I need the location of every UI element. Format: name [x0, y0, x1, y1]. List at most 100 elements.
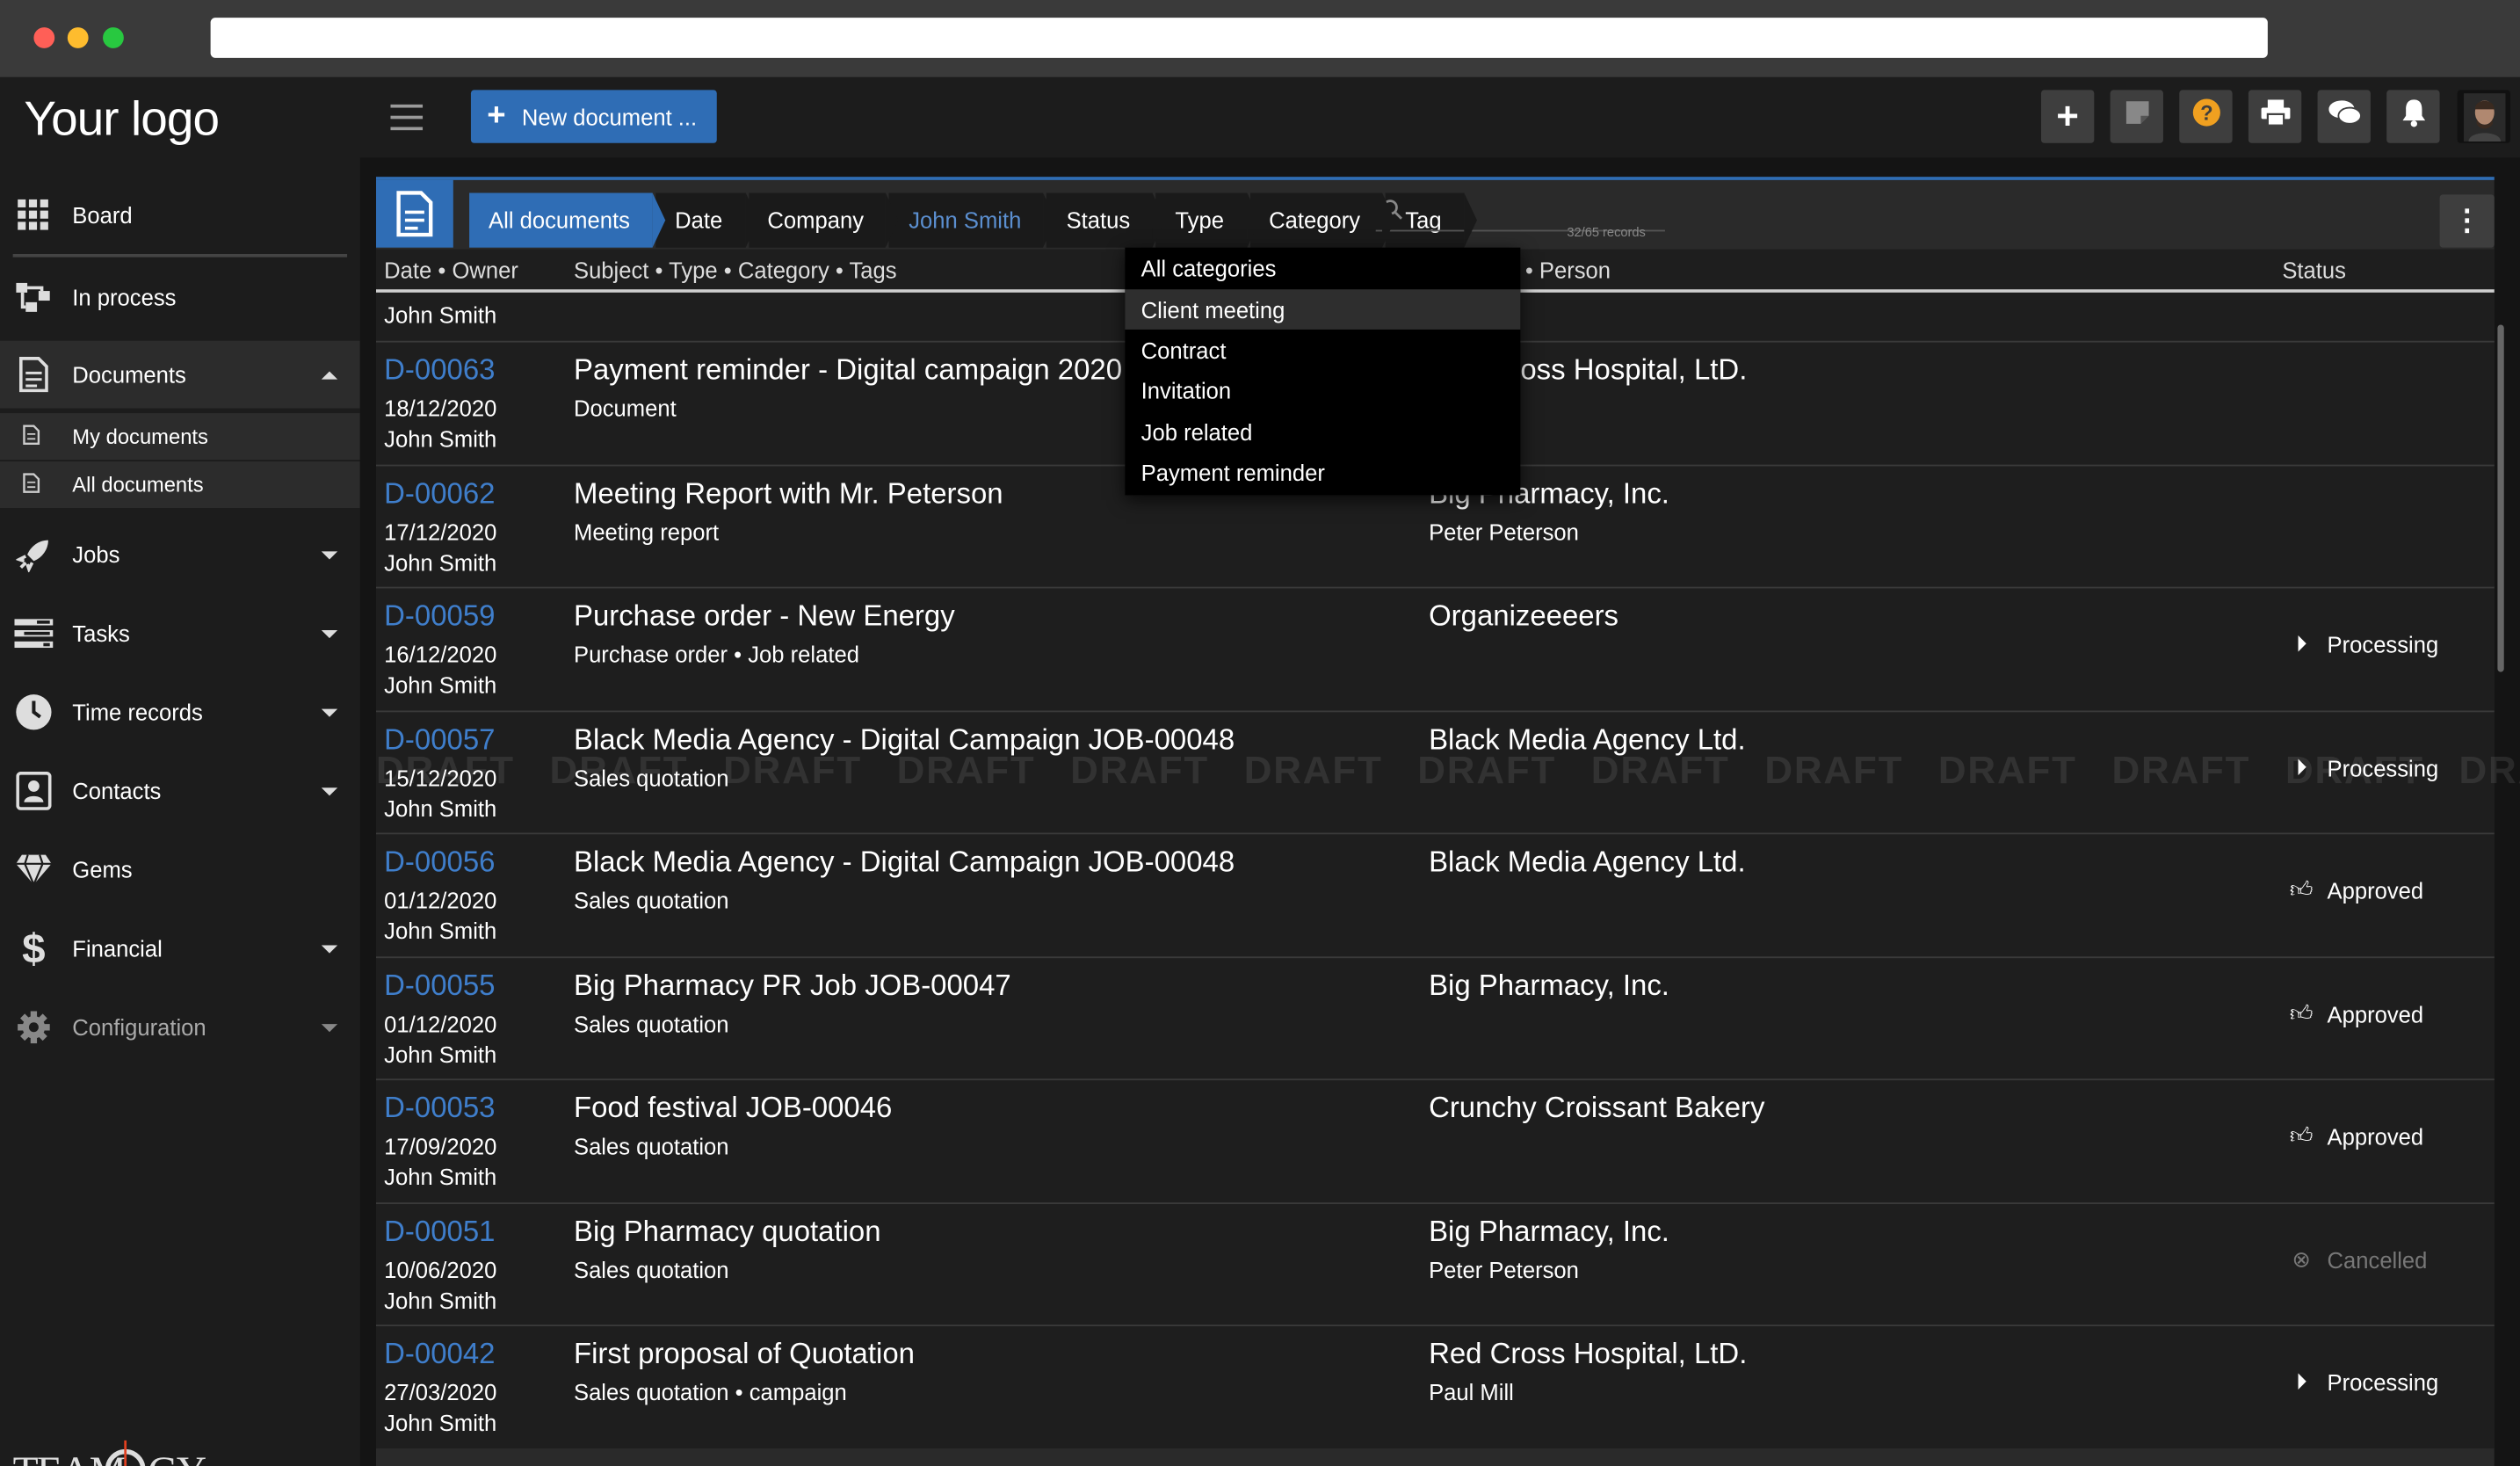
- sidebar-item-contacts[interactable]: Contacts: [0, 756, 360, 826]
- sidebar-item-configuration[interactable]: Configuration: [0, 992, 360, 1063]
- sidebar-item-gems[interactable]: Gems: [0, 834, 360, 904]
- table-row[interactable]: D-00053 17/09/2020 John Smith Food festi…: [376, 1078, 2495, 1203]
- more-options-button[interactable]: ⋮: [2439, 194, 2495, 248]
- document-id-link[interactable]: D-00053: [384, 1092, 495, 1125]
- column-header-date-owner[interactable]: Date • Owner: [384, 258, 518, 283]
- crumb-date[interactable]: Date: [655, 192, 757, 248]
- add-button[interactable]: +: [2040, 90, 2095, 143]
- category-option[interactable]: Client meeting: [1125, 289, 1521, 330]
- category-option[interactable]: Invitation: [1125, 370, 1520, 410]
- document-company: Black Media Agency Ltd.: [1429, 845, 1746, 878]
- sidebar-item-tasks[interactable]: Tasks: [0, 598, 360, 668]
- new-document-button[interactable]: + New document ...: [470, 90, 717, 143]
- help-button[interactable]: ?: [2179, 90, 2233, 143]
- category-option[interactable]: Job related: [1125, 411, 1520, 452]
- document-icon: [14, 355, 53, 394]
- document-id-link[interactable]: D-00062: [384, 477, 495, 511]
- table-row[interactable]: D-00056 01/12/2020 John Smith Black Medi…: [376, 832, 2495, 957]
- status-label: Processing: [2327, 630, 2439, 657]
- minimize-dot[interactable]: [67, 27, 89, 48]
- document-id-link[interactable]: D-00051: [384, 1216, 495, 1249]
- document-owner: John Smith: [384, 1288, 497, 1314]
- print-button[interactable]: [2248, 90, 2302, 143]
- hamburger-menu-icon[interactable]: [390, 104, 424, 131]
- document-type: Meeting report: [573, 519, 720, 546]
- document-icon: [376, 179, 453, 248]
- document-date: 15/12/2020: [384, 765, 497, 791]
- chevron-down-icon: [321, 787, 338, 795]
- category-option[interactable]: All categories: [1125, 248, 1520, 288]
- status-label: Approved: [2327, 1122, 2424, 1149]
- sidebar-item-jobs[interactable]: Jobs: [0, 519, 360, 590]
- document-id-link[interactable]: D-00055: [384, 969, 495, 1003]
- close-dot[interactable]: [33, 27, 55, 48]
- category-option[interactable]: Payment reminder: [1125, 452, 1520, 492]
- chevron-down-icon: [321, 1023, 338, 1032]
- crumb-owner[interactable]: John Smith: [889, 192, 1057, 248]
- status-label: Approved: [2327, 1000, 2424, 1027]
- sidebar-subitem-all-documents[interactable]: All documents: [0, 461, 360, 508]
- category-option[interactable]: Contract: [1125, 330, 1520, 370]
- maximize-dot[interactable]: [103, 27, 124, 48]
- category-dropdown: All categories Client meeting Contract I…: [1125, 247, 1521, 496]
- column-header-subject[interactable]: Subject • Type • Category • Tags: [574, 258, 897, 283]
- sidebar-item-label: Time records: [72, 699, 203, 725]
- column-header-company-person[interactable]: • Person: [1525, 258, 1611, 283]
- chat-button[interactable]: [2317, 90, 2371, 143]
- table-row[interactable]: D-00051 10/06/2020 John Smith Big Pharma…: [376, 1202, 2495, 1327]
- crumb-status[interactable]: Status: [1046, 192, 1165, 248]
- crumb-company[interactable]: Company: [748, 192, 900, 248]
- table-row[interactable]: D-00055 01/12/2020 John Smith Big Pharma…: [376, 956, 2495, 1081]
- crumb-category[interactable]: Category: [1249, 192, 1395, 248]
- crumb-all-documents[interactable]: All documents: [469, 192, 666, 248]
- status-label: Processing: [2327, 754, 2439, 781]
- sidebar-subitem-my-documents[interactable]: My documents: [0, 413, 360, 461]
- document-icon: [23, 472, 40, 497]
- logo: Your logo: [24, 93, 220, 147]
- column-header-status[interactable]: Status: [2282, 258, 2346, 283]
- x-circle-icon: ⊗: [2292, 1245, 2311, 1272]
- document-owner: John Smith: [384, 425, 497, 452]
- sidebar-item-financial[interactable]: $ Financial: [0, 913, 360, 983]
- contact-card-icon: [14, 771, 53, 810]
- document-type: Document: [573, 395, 677, 422]
- table-row[interactable]: D-00042 27/03/2020 John Smith First prop…: [376, 1324, 2495, 1449]
- document-subject: Big Pharmacy quotation: [573, 1215, 881, 1248]
- avatar[interactable]: [2457, 90, 2511, 143]
- notifications-button[interactable]: [2386, 90, 2440, 143]
- sidebar-item-documents[interactable]: Documents: [0, 340, 360, 409]
- table-row[interactable]: DRAFT DRAFT DRAFT DRAFT DRAFT DRAFT DRAFT DRAFT…: [376, 710, 2520, 835]
- sidebar-subitem-label: All documents: [72, 472, 204, 497]
- sidebar-item-label: Contacts: [72, 778, 162, 804]
- chevron-down-icon: [321, 629, 338, 638]
- crumb-type[interactable]: Type: [1155, 192, 1260, 248]
- chevron-up-icon: [321, 370, 338, 379]
- status-label: Processing: [2327, 1368, 2439, 1395]
- document-company: Big Pharmacy, Inc.: [1429, 969, 1669, 1002]
- address-bar[interactable]: [210, 18, 2268, 58]
- document-company: Organizeeeers: [1429, 599, 1619, 632]
- document-person: Paul Mill: [1429, 1379, 1514, 1405]
- note-button[interactable]: [2110, 90, 2163, 143]
- document-owner: John Smith: [384, 795, 497, 822]
- document-type: Sales quotation: [573, 1257, 729, 1283]
- document-id-link[interactable]: D-00057: [384, 723, 495, 757]
- browser-chrome: [0, 0, 2520, 77]
- sidebar-item-in-process[interactable]: In process: [0, 262, 360, 332]
- document-date: 17/09/2020: [384, 1133, 497, 1159]
- sidebar-item-board[interactable]: Board: [0, 180, 360, 250]
- document-subject: Big Pharmacy PR Job JOB-00047: [573, 969, 1011, 1002]
- sidebar-item-label: Board: [72, 202, 133, 229]
- sidebar-item-time-records[interactable]: Time records: [0, 677, 360, 747]
- document-owner: John Smith: [384, 1410, 497, 1436]
- scrollbar[interactable]: [2497, 324, 2504, 672]
- document-date: 01/12/2020: [384, 887, 497, 913]
- document-id-link[interactable]: D-00059: [384, 599, 495, 633]
- document-id-link[interactable]: D-00056: [384, 845, 495, 879]
- document-id-link[interactable]: D-00042: [384, 1338, 495, 1371]
- svg-text:GY: GY: [148, 1449, 206, 1466]
- document-person: Peter Peterson: [1429, 1257, 1579, 1283]
- document-id-link[interactable]: D-00063: [384, 353, 495, 387]
- table-row[interactable]: D-00059 16/12/2020 John Smith Purchase o…: [376, 586, 2495, 711]
- sidebar-item-label: Jobs: [72, 541, 120, 568]
